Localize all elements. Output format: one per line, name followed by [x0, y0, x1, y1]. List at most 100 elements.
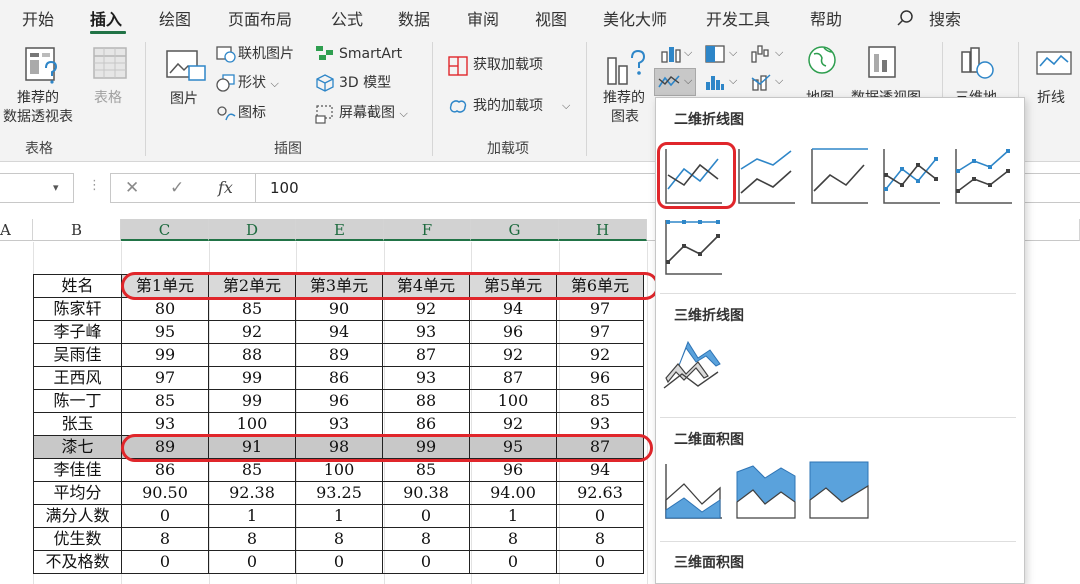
- score-cell[interactable]: 96: [556, 366, 644, 390]
- score-cell[interactable]: 8: [469, 527, 557, 551]
- smartart-label[interactable]: SmartArt: [339, 45, 402, 63]
- 3d-model-icon[interactable]: [315, 74, 335, 92]
- row-label-cell[interactable]: 李佳佳: [33, 458, 122, 482]
- get-addins-icon[interactable]: [448, 56, 468, 76]
- row-label-cell[interactable]: 吴雨佳: [33, 343, 122, 367]
- area-chart-option[interactable]: [662, 460, 724, 522]
- drag-handle-icon[interactable]: ⋮: [88, 178, 101, 193]
- score-cell[interactable]: 100: [208, 412, 296, 436]
- score-cell[interactable]: 0: [295, 550, 383, 574]
- score-cell[interactable]: 0: [121, 504, 209, 528]
- 100-stacked-line-with-markers-option[interactable]: [662, 216, 724, 278]
- score-cell[interactable]: 97: [556, 320, 644, 344]
- score-cell[interactable]: 1: [295, 504, 383, 528]
- stacked-line-with-markers-option[interactable]: [952, 145, 1014, 207]
- row-label-cell[interactable]: 满分人数: [33, 504, 122, 528]
- screenshot-icon[interactable]: [315, 104, 335, 124]
- 100-stacked-line-chart-option[interactable]: [808, 145, 870, 207]
- column-header-b[interactable]: B: [33, 219, 121, 241]
- score-cell[interactable]: 93: [121, 412, 209, 436]
- score-cell[interactable]: 96: [469, 320, 557, 344]
- row-label-cell[interactable]: 王西风: [33, 366, 122, 390]
- chevron-down-icon[interactable]: ⌵: [684, 46, 692, 60]
- tab-insert[interactable]: 插入: [90, 6, 122, 30]
- stacked-line-chart-option[interactable]: [735, 145, 797, 207]
- search-icon[interactable]: [896, 9, 914, 27]
- chevron-down-icon[interactable]: ⌵: [684, 74, 692, 88]
- score-cell[interactable]: 93: [382, 366, 470, 390]
- score-cell[interactable]: 93: [556, 412, 644, 436]
- icons-icon[interactable]: [216, 104, 236, 122]
- score-cell[interactable]: 92: [382, 297, 470, 321]
- column-header-a[interactable]: A: [0, 219, 33, 241]
- search-box[interactable]: 搜索: [929, 6, 961, 30]
- get-addins-label[interactable]: 获取加载项: [473, 56, 543, 74]
- score-cell[interactable]: 90.50: [121, 481, 209, 505]
- confirm-icon[interactable]: ✓: [170, 178, 184, 198]
- column-chart-icon[interactable]: [660, 44, 682, 64]
- column-header-h[interactable]: H: [559, 219, 647, 241]
- row-label-cell[interactable]: 不及格数: [33, 550, 122, 574]
- score-cell[interactable]: 0: [382, 504, 470, 528]
- sparkline-line-icon[interactable]: [1036, 50, 1072, 78]
- score-cell[interactable]: 1: [469, 504, 557, 528]
- score-cell[interactable]: 93: [382, 320, 470, 344]
- score-cell[interactable]: 8: [295, 527, 383, 551]
- insert-function-button[interactable]: fx: [218, 178, 233, 197]
- score-cell[interactable]: 88: [382, 389, 470, 413]
- shapes-label[interactable]: 形状 ⌵: [238, 74, 279, 93]
- tab-page-layout[interactable]: 页面布局: [228, 6, 292, 30]
- score-cell[interactable]: 96: [295, 389, 383, 413]
- tab-formulas[interactable]: 公式: [331, 6, 363, 30]
- column-header-f[interactable]: F: [384, 219, 471, 241]
- score-cell[interactable]: 85: [208, 297, 296, 321]
- score-cell[interactable]: 92.38: [208, 481, 296, 505]
- chevron-down-icon[interactable]: ⌵: [729, 46, 737, 60]
- tab-home[interactable]: 开始: [22, 6, 54, 30]
- icons-label[interactable]: 图标: [238, 104, 266, 122]
- row-label-cell[interactable]: 平均分: [33, 481, 122, 505]
- column-header-e[interactable]: E: [296, 219, 384, 241]
- score-cell[interactable]: 99: [121, 343, 209, 367]
- score-cell[interactable]: 80: [121, 297, 209, 321]
- pictures-icon[interactable]: [165, 48, 207, 84]
- score-cell[interactable]: 92.63: [556, 481, 644, 505]
- screenshot-label[interactable]: 屏幕截图 ⌵: [339, 104, 408, 123]
- chevron-down-icon[interactable]: ⌵: [775, 46, 783, 60]
- 3d-model-label[interactable]: 3D 模型: [339, 74, 391, 92]
- tab-beautify[interactable]: 美化大师: [603, 6, 667, 30]
- name-box[interactable]: ▾: [0, 173, 74, 203]
- pivot-chart-icon[interactable]: [866, 44, 900, 82]
- score-cell[interactable]: 8: [382, 527, 470, 551]
- 3d-map-icon[interactable]: [958, 44, 996, 84]
- score-cell[interactable]: 8: [121, 527, 209, 551]
- score-cell[interactable]: 93.25: [295, 481, 383, 505]
- chevron-down-icon[interactable]: ⌵: [729, 74, 737, 88]
- score-cell[interactable]: 100: [469, 389, 557, 413]
- line-chart-icon[interactable]: [657, 72, 681, 92]
- stacked-area-chart-option[interactable]: [735, 460, 797, 522]
- score-cell[interactable]: 0: [121, 550, 209, 574]
- shapes-icon[interactable]: [216, 74, 236, 92]
- cancel-icon[interactable]: ✕: [125, 178, 139, 198]
- column-header-g[interactable]: G: [471, 219, 559, 241]
- score-cell[interactable]: 92: [469, 412, 557, 436]
- row-label-cell[interactable]: 李子峰: [33, 320, 122, 344]
- score-cell[interactable]: 94: [295, 320, 383, 344]
- score-cell[interactable]: 88: [208, 343, 296, 367]
- column-header-c[interactable]: C: [121, 219, 209, 241]
- score-cell[interactable]: 89: [295, 343, 383, 367]
- score-cell[interactable]: 94.00: [469, 481, 557, 505]
- score-cell[interactable]: 0: [208, 550, 296, 574]
- map-icon[interactable]: [806, 44, 838, 80]
- 100-stacked-area-chart-option[interactable]: [808, 460, 870, 522]
- online-pictures-label[interactable]: 联机图片: [238, 45, 294, 63]
- score-cell[interactable]: 90.38: [382, 481, 470, 505]
- my-addins-label[interactable]: 我的加载项: [473, 97, 543, 115]
- hierarchy-chart-icon[interactable]: [704, 44, 726, 64]
- tab-review[interactable]: 审阅: [467, 6, 499, 30]
- score-cell[interactable]: 92: [556, 343, 644, 367]
- score-cell[interactable]: 99: [208, 389, 296, 413]
- line-with-markers-option[interactable]: [880, 145, 942, 207]
- score-cell[interactable]: 86: [295, 366, 383, 390]
